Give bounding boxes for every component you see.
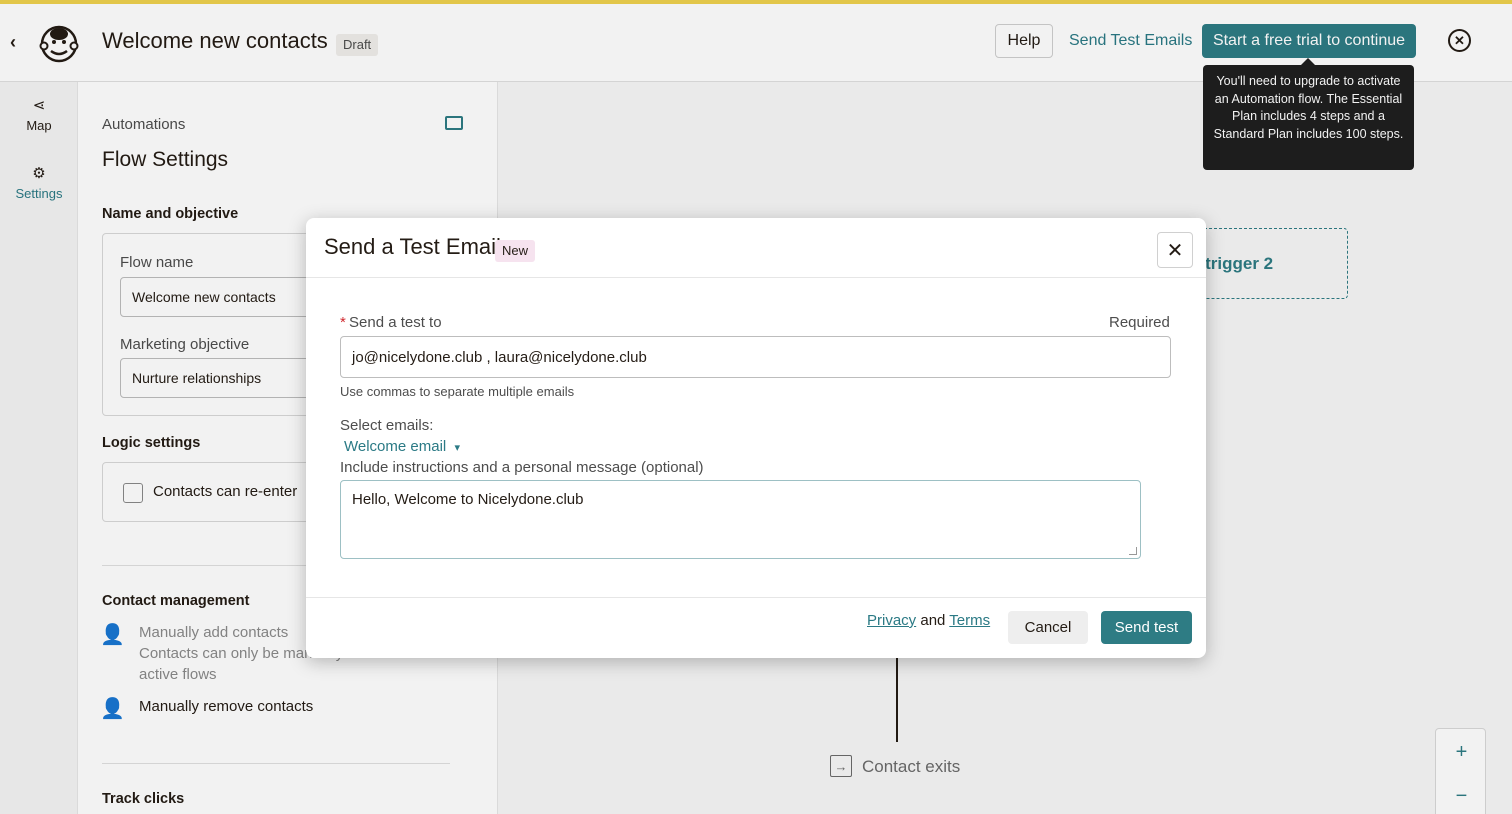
select-emails-label: Select emails:	[340, 417, 434, 434]
message-text: Hello, Welcome to Nicelydone.club	[352, 491, 584, 508]
resize-handle-icon[interactable]	[1129, 547, 1137, 555]
personal-message-textarea[interactable]: Hello, Welcome to Nicelydone.club	[340, 480, 1141, 559]
required-text: Required	[1109, 314, 1170, 331]
and-text: and	[920, 612, 946, 629]
legal-links: Privacy and Terms	[867, 612, 990, 629]
modal-title: Send a Test Email	[324, 234, 501, 259]
select-emails-dropdown[interactable]: Welcome email ▾	[344, 438, 460, 455]
email-recipients-input[interactable]: jo@nicelydone.club , laura@nicelydone.cl…	[340, 336, 1171, 378]
send-to-label: Send a test to	[349, 314, 442, 331]
cancel-button[interactable]: Cancel	[1008, 611, 1088, 644]
chevron-down-icon: ▾	[454, 442, 460, 454]
divider	[306, 277, 1206, 278]
divider	[306, 597, 1206, 598]
privacy-link[interactable]: Privacy	[867, 612, 916, 629]
instructions-label: Include instructions and a personal mess…	[340, 459, 704, 476]
required-asterisk: *	[340, 314, 346, 331]
send-test-button[interactable]: Send test	[1101, 611, 1192, 644]
close-icon[interactable]: ✕	[1157, 232, 1193, 268]
terms-link[interactable]: Terms	[949, 612, 990, 629]
selected-email-label: Welcome email	[344, 438, 447, 455]
new-badge: New	[495, 240, 536, 262]
send-test-email-modal: Send a Test Email New ✕ * Send a test to…	[306, 218, 1206, 658]
helper-text: Use commas to separate multiple emails	[340, 384, 575, 399]
